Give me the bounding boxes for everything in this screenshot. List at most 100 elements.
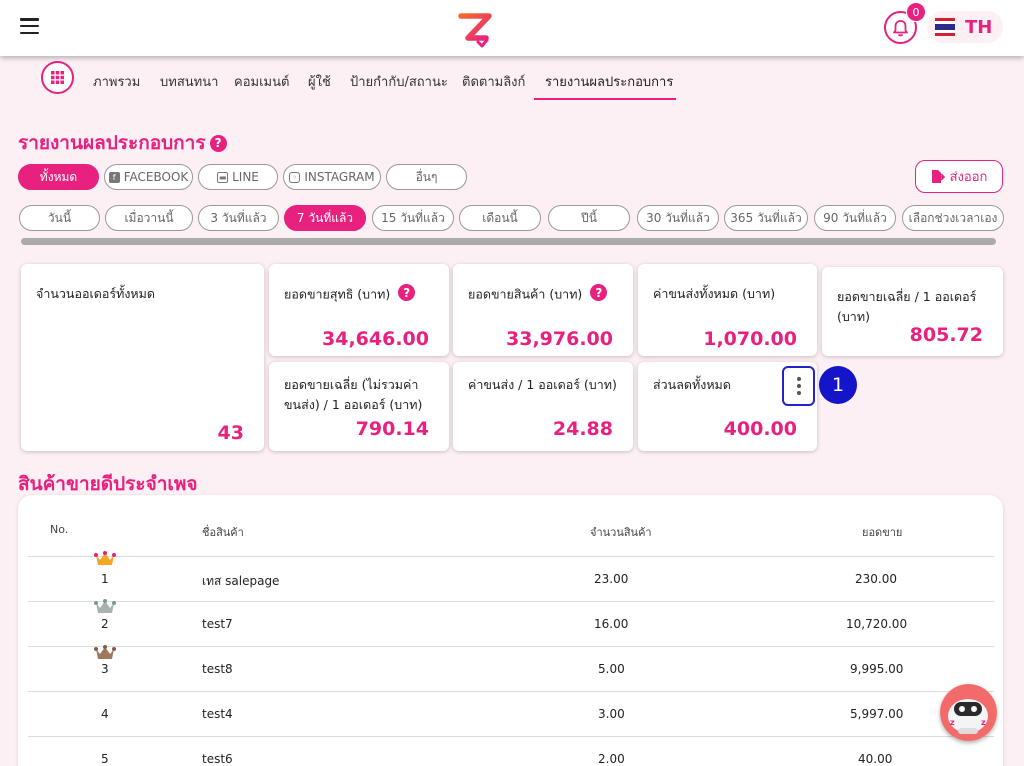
channel-instagram-chip[interactable]: ◦ INSTAGRAM: [283, 164, 381, 190]
card-value: 43: [217, 422, 244, 444]
range-scrollbar[interactable]: [21, 238, 996, 245]
row-divider: [28, 691, 994, 692]
tab-users[interactable]: ผู้ใช้: [308, 71, 331, 92]
step-annotation-badge: 1: [819, 366, 857, 404]
card-label: ค่าขนส่งทั้งหมด (บาท): [653, 286, 776, 301]
card-value: 400.00: [723, 418, 797, 440]
card-label-text: ยอดขายสินค้า (บาท): [468, 286, 583, 302]
row-2-qty: 16.00: [594, 617, 629, 631]
tab-comments[interactable]: คอมเมนต์: [234, 71, 289, 92]
language-label: TH: [965, 16, 993, 38]
card-product-sales: ยอดขายสินค้า (บาท) ? 33,976.00: [453, 264, 633, 356]
row-3-sales: 9,995.00: [850, 662, 904, 676]
active-tab-indicator: [534, 98, 676, 100]
range-365-days[interactable]: 365 วันที่แล้ว: [724, 205, 808, 231]
row-4-no: 4: [101, 707, 109, 721]
robot-icon: z z: [940, 684, 997, 741]
notification-count-badge: 0: [906, 2, 926, 22]
zwiz-logo: [458, 13, 492, 48]
thai-flag-icon: [935, 18, 955, 36]
range-30-days[interactable]: 30 วันที่แล้ว: [637, 205, 719, 231]
row-divider: [28, 601, 994, 602]
menu-icon[interactable]: [20, 18, 39, 34]
range-today[interactable]: วันนี้: [19, 205, 100, 231]
card-value: 33,976.00: [506, 328, 613, 350]
range-yesterday[interactable]: เมื่อวานนี้: [105, 205, 193, 231]
range-7-days[interactable]: 7 วันที่แล้ว: [284, 205, 366, 231]
card-value: 790.14: [355, 418, 429, 440]
row-2-name: test7: [202, 617, 233, 631]
help-icon[interactable]: ?: [209, 134, 227, 152]
row-3-no: 3: [101, 662, 109, 676]
page-title: รายงานผลประกอบการ?: [18, 128, 227, 158]
column-header-qty: จำนวนสินค้า: [590, 526, 652, 539]
tab-link-tracking[interactable]: ติดตามลิงก์: [462, 71, 525, 92]
card-avg-excl-shipping: ยอดขายเฉลี่ย (ไม่รวมค่าขนส่ง) / 1 ออเดอร…: [269, 362, 449, 451]
tab-conversations[interactable]: บทสนทนา: [160, 71, 218, 92]
tab-labels-status[interactable]: ป้ายกำกับ/สถานะ: [350, 71, 448, 92]
card-value: 34,646.00: [322, 328, 429, 350]
help-icon[interactable]: ?: [398, 284, 416, 301]
card-value: 24.88: [552, 418, 613, 440]
row-1-no: 1: [101, 572, 109, 586]
card-label: ยอดขายเฉลี่ย (ไม่รวมค่าขนส่ง) / 1 ออเดอร…: [284, 377, 423, 412]
range-custom[interactable]: เลือกช่วงเวลาเอง: [902, 205, 1004, 231]
channel-facebook-label: FACEBOOK: [123, 170, 189, 184]
chatbot-button[interactable]: z z: [940, 684, 997, 741]
export-icon: [931, 170, 945, 183]
language-selector[interactable]: TH: [927, 11, 1003, 43]
card-label: จำนวนออเดอร์ทั้งหมด: [36, 286, 156, 301]
channel-line-label: LINE: [232, 170, 259, 184]
column-header-sales: ยอดขาย: [862, 526, 903, 539]
row-4-sales: 5,997.00: [850, 707, 904, 721]
card-label-text: ยอดขายสุทธิ (บาท): [284, 286, 391, 302]
svg-text:z: z: [981, 718, 986, 727]
more-options-button[interactable]: [782, 366, 815, 406]
bronze-crown-icon: [94, 645, 116, 659]
range-15-days[interactable]: 15 วันที่แล้ว: [372, 205, 454, 231]
row-5-no: 5: [101, 752, 109, 766]
row-2-sales: 10,720.00: [846, 617, 908, 631]
gold-crown-icon: [94, 551, 116, 565]
top-bar: 0 TH: [0, 0, 1024, 56]
card-label: ยอดขายเฉลี่ย / 1 ออเดอร์ (บาท): [837, 289, 977, 324]
row-1-qty: 23.00: [594, 572, 629, 586]
range-this-month[interactable]: เดือนนี้: [459, 205, 541, 231]
header-divider: [28, 556, 994, 557]
range-this-year[interactable]: ปีนี้: [548, 205, 630, 231]
column-header-name: ชื่อสินค้า: [202, 526, 244, 539]
tab-performance-report[interactable]: รายงานผลประกอบการ: [545, 71, 673, 92]
apps-grid-button[interactable]: [41, 61, 74, 94]
channel-line-chip[interactable]: ▬ LINE: [198, 164, 278, 190]
svg-text:z: z: [950, 718, 955, 727]
card-label: ยอดขายสินค้า (บาท) ?: [468, 284, 621, 305]
card-total-orders: จำนวนออเดอร์ทั้งหมด 43: [21, 264, 264, 451]
range-90-days[interactable]: 90 วันที่แล้ว: [814, 205, 896, 231]
row-1-sales: 230.00: [855, 572, 897, 586]
card-label: ยอดขายสุทธิ (บาท) ?: [284, 284, 437, 305]
export-button[interactable]: ส่งออก: [915, 160, 1003, 193]
row-5-sales: 40.00: [858, 752, 893, 766]
row-divider: [28, 736, 994, 737]
row-3-qty: 5.00: [598, 662, 625, 676]
card-label: ค่าขนส่ง / 1 ออเดอร์ (บาท): [468, 377, 617, 392]
range-3-days[interactable]: 3 วันที่แล้ว: [198, 205, 279, 231]
row-5-name: test6: [202, 752, 233, 766]
channel-instagram-label: INSTAGRAM: [304, 170, 375, 184]
channel-facebook-chip[interactable]: f FACEBOOK: [104, 164, 193, 190]
grid-icon: [51, 71, 64, 84]
column-header-no: No.: [50, 523, 69, 536]
channel-other-chip[interactable]: อื่นๆ: [386, 164, 467, 190]
channel-all-chip[interactable]: ทั้งหมด: [18, 164, 99, 190]
row-2-no: 2: [101, 617, 109, 631]
silver-crown-icon: [94, 599, 116, 613]
card-value: 1,070.00: [703, 328, 797, 350]
card-shipping-per-order: ค่าขนส่ง / 1 ออเดอร์ (บาท) 24.88: [453, 362, 633, 451]
tab-overview[interactable]: ภาพรวม: [93, 71, 140, 92]
facebook-icon: f: [108, 171, 120, 183]
export-label: ส่งออก: [949, 170, 988, 185]
row-4-name: test4: [202, 707, 233, 721]
card-avg-per-order: ยอดขายเฉลี่ย / 1 ออเดอร์ (บาท) 805.72: [822, 267, 1003, 356]
row-1-name: เทส salepage: [202, 574, 280, 588]
help-icon[interactable]: ?: [590, 284, 608, 301]
